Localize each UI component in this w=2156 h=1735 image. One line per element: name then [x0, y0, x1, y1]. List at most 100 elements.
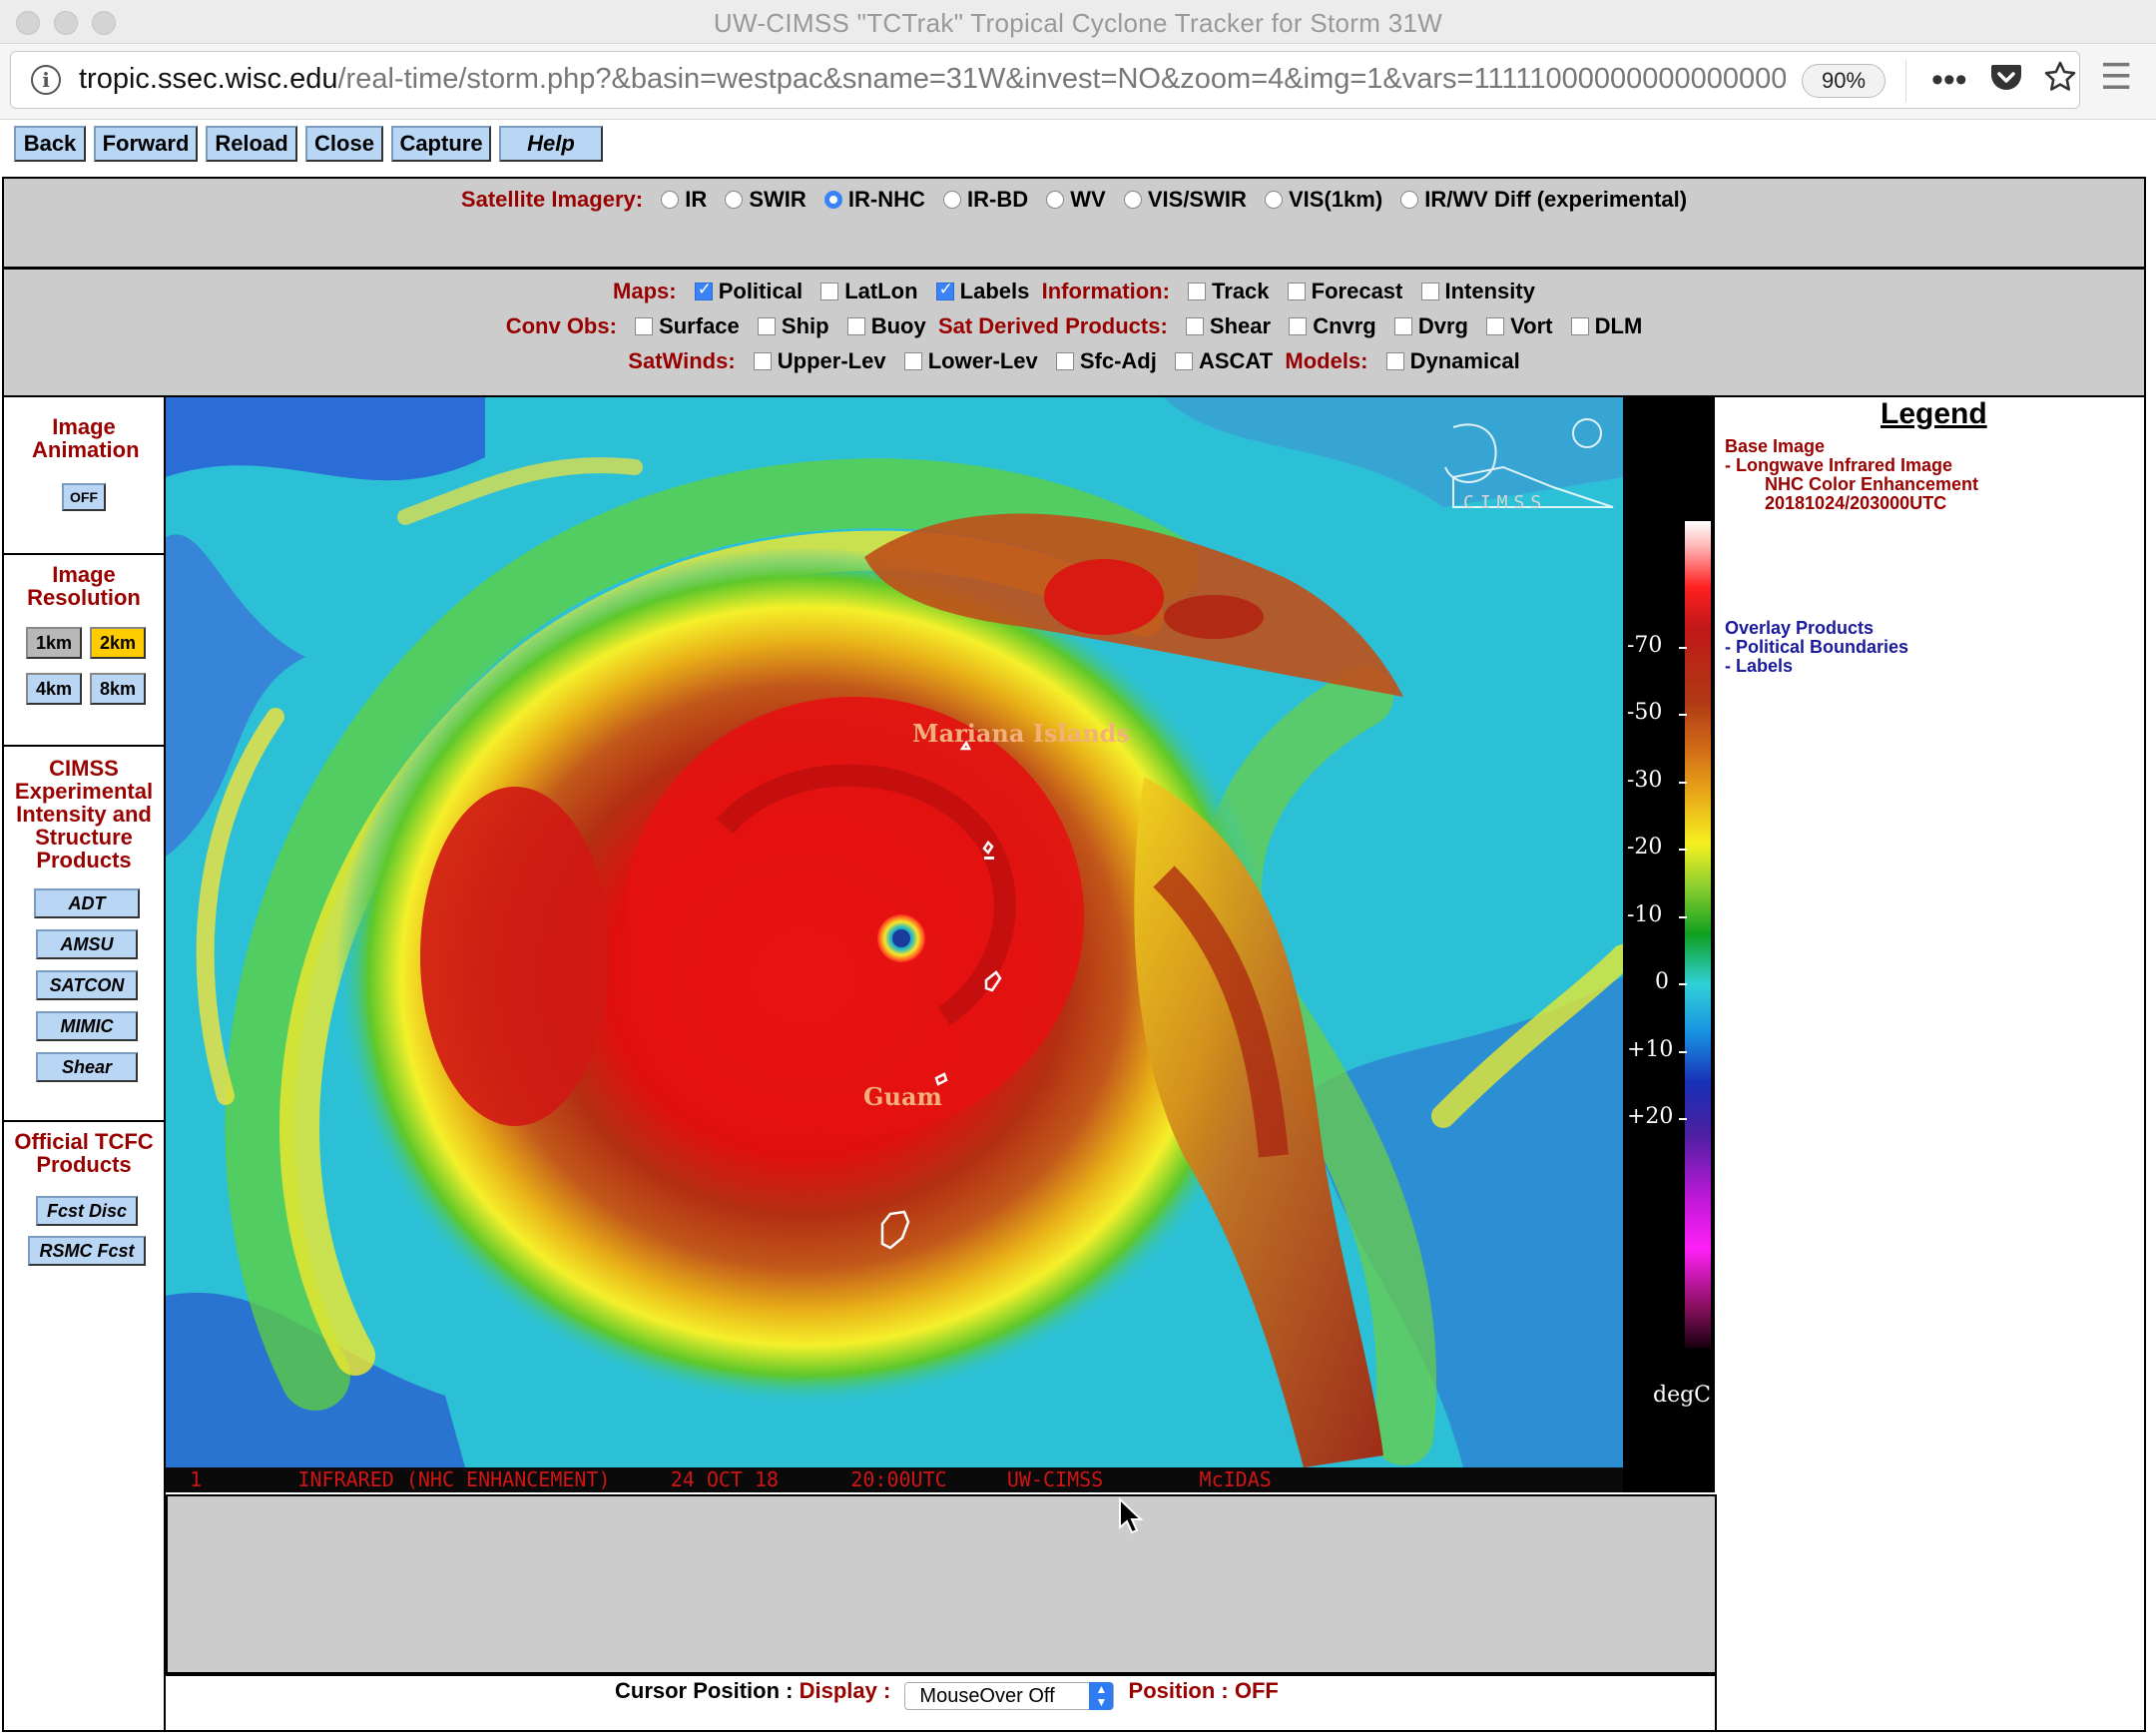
pocket-icon[interactable] [1989, 60, 2023, 103]
satellite-imagery-label: Satellite Imagery: [460, 187, 644, 212]
colorbar-tick: +10 [1627, 1037, 1674, 1062]
cimss-products-title: CIMSS Experimental Intensity and Structu… [14, 756, 154, 872]
info-icon[interactable]: i [31, 65, 61, 95]
checkbox-dvrg[interactable] [1393, 317, 1412, 335]
legend-overlay-line: - Labels [1725, 656, 1794, 676]
radio-ir-nhc[interactable] [823, 191, 842, 209]
resolution-title: Image Resolution [27, 562, 141, 610]
reload-button[interactable]: Reload [206, 126, 297, 162]
satcon-button[interactable]: SATCON [36, 970, 138, 1000]
panel-divider [1715, 1674, 1717, 1732]
info-display-panel [166, 1494, 1717, 1674]
map-label-mariana-islands: Mariana Islands [912, 719, 1130, 748]
res-8km-button[interactable]: 8km [90, 673, 146, 705]
radio-ir-wv-diff[interactable] [1400, 191, 1419, 209]
res-1km-button[interactable]: 1km [26, 627, 82, 659]
tick-line [1679, 647, 1687, 649]
url-text[interactable]: tropic.ssec.wisc.edu/real-time/storm.php… [79, 63, 1786, 96]
radio-ir-bd[interactable] [943, 191, 962, 209]
radio-swir[interactable] [725, 191, 744, 209]
checkbox-sfc-adj[interactable] [1055, 352, 1074, 370]
adt-button[interactable]: ADT [34, 888, 140, 918]
tick-line [1679, 1051, 1687, 1053]
radio-vis-swir[interactable] [1123, 191, 1142, 209]
window-title: UW-CIMSS "TCTrak" Tropical Cyclone Track… [713, 8, 1443, 38]
radio-vis-1km[interactable] [1265, 191, 1283, 209]
mimic-button[interactable]: MIMIC [36, 1011, 138, 1041]
satellite-imagery-panel: Satellite Imagery: IR SWIR IR-NHC IR-BD … [2, 177, 2146, 269]
image-info-bar: 1 INFRARED (NHC ENHANCEMENT) 24 OCT 18 2… [166, 1467, 1623, 1492]
obs-derived-row: Conv Obs: Surface Ship Buoy Sat Derived … [505, 313, 1643, 338]
left-sidebar: Image Animation OFF Image Resolution 1km… [2, 397, 166, 1732]
map-label-guam: Guam [863, 1082, 942, 1111]
tick-line [1679, 1118, 1687, 1120]
colorbar-tick: +20 [1627, 1104, 1674, 1129]
more-icon[interactable]: ••• [1931, 60, 1967, 100]
help-button[interactable]: Help [499, 126, 603, 162]
checkbox-dynamical[interactable] [1385, 352, 1404, 370]
tick-line [1679, 916, 1687, 918]
colorbar-tick: -50 [1627, 700, 1663, 725]
select-arrows-icon: ▲ ▼ [1089, 1682, 1114, 1710]
checkbox-buoy[interactable] [846, 317, 865, 335]
logo-text: CIMSS [1463, 492, 1548, 513]
legend-title: Legend [1881, 397, 1987, 430]
checkbox-intensity[interactable] [1420, 283, 1439, 300]
browser-toolbar: i tropic.ssec.wisc.edu/real-time/storm.p… [0, 44, 2156, 120]
cursor-position-label: Cursor Position : [615, 1678, 794, 1703]
url-bar[interactable]: i tropic.ssec.wisc.edu/real-time/storm.p… [10, 51, 2080, 109]
tick-line [1679, 782, 1687, 784]
animation-off-button[interactable]: OFF [62, 483, 106, 511]
close-button[interactable]: Close [305, 126, 383, 162]
checkbox-forecast[interactable] [1287, 283, 1306, 300]
fcst-disc-button[interactable]: Fcst Disc [36, 1196, 138, 1226]
hamburger-menu-icon[interactable]: ☰ [2100, 57, 2132, 97]
checkbox-latlon[interactable] [820, 283, 839, 300]
checkbox-lower-lev[interactable] [903, 352, 922, 370]
satellite-image[interactable]: Mariana Islands Guam CIMSS 1 INFRARED (N… [166, 397, 1623, 1492]
url-divider [1905, 60, 1906, 102]
capture-button[interactable]: Capture [391, 126, 491, 162]
shear-product-button[interactable]: Shear [36, 1052, 138, 1082]
radio-wv[interactable] [1046, 191, 1065, 209]
colorbar-unit: degC [1653, 1383, 1712, 1408]
checkbox-labels[interactable] [935, 280, 954, 300]
position-status: Position : OFF [1128, 1678, 1279, 1703]
legend-base-line: NHC Color Enhancement [1765, 474, 1979, 494]
res-2km-button[interactable]: 2km [90, 627, 146, 659]
colorbar-gradient [1685, 521, 1711, 1348]
mouseover-select[interactable]: MouseOver Off ▲ ▼ [904, 1682, 1115, 1710]
rsmc-fcst-button[interactable]: RSMC Fcst [28, 1236, 146, 1266]
legend-base-line: - Longwave Infrared Image [1725, 455, 1953, 475]
tick-line [1679, 714, 1687, 716]
checkbox-shear[interactable] [1185, 317, 1204, 335]
forward-button[interactable]: Forward [94, 126, 198, 162]
back-button[interactable]: Back [14, 126, 86, 162]
official-products-section: Official TCFC Products Fcst Disc RSMC Fc… [2, 1122, 166, 1732]
legend-base-image: Base Image [1725, 436, 1826, 456]
checkbox-ascat[interactable] [1174, 352, 1193, 370]
res-4km-button[interactable]: 4km [26, 673, 82, 705]
official-products-title: Official TCFC Products [14, 1129, 154, 1177]
checkbox-political[interactable] [694, 280, 713, 300]
display-label: Display : [799, 1678, 891, 1703]
mouse-pointer-icon [1119, 1497, 1144, 1534]
bookmark-star-icon[interactable] [2043, 60, 2077, 103]
zoom-level[interactable]: 90% [1802, 64, 1886, 98]
checkbox-surface[interactable] [635, 317, 654, 335]
checkbox-vort[interactable] [1486, 317, 1505, 335]
tick-line [1679, 849, 1687, 851]
legend-base-line: 20181024/203000UTC [1765, 493, 1947, 513]
colorbar-tick: -30 [1627, 768, 1663, 793]
checkbox-track[interactable] [1188, 283, 1207, 300]
checkbox-upper-lev[interactable] [753, 352, 772, 370]
radio-ir[interactable] [661, 191, 680, 209]
cursor-position-row: Cursor Position : Display : MouseOver Of… [615, 1677, 1279, 1710]
legend-overlay-products: Overlay Products [1725, 618, 1875, 638]
colorbar-tick: -10 [1627, 902, 1663, 927]
amsu-button[interactable]: AMSU [36, 929, 138, 959]
checkbox-ship[interactable] [757, 317, 776, 335]
overlay-options-panel: Maps: Political LatLon Labels Informatio… [2, 268, 2146, 397]
checkbox-cnvrg[interactable] [1289, 317, 1308, 335]
checkbox-dlm[interactable] [1570, 317, 1589, 335]
